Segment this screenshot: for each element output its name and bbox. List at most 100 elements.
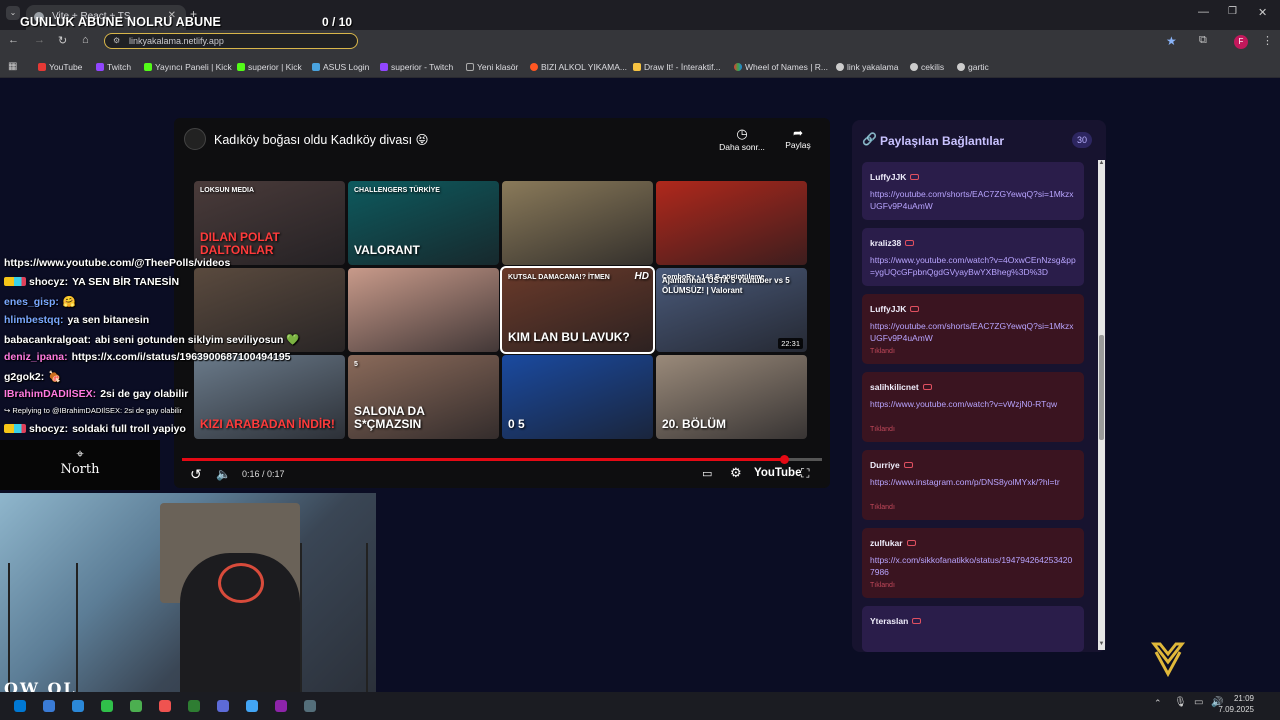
taskbar-app-icon[interactable]	[43, 700, 55, 712]
minimize-icon[interactable]: —	[1198, 6, 1209, 18]
link-count-badge: 30	[1072, 132, 1092, 148]
chat-username[interactable]: hlimbestqq:	[4, 314, 64, 326]
chat-text: 2si de gay olabilir	[100, 388, 189, 400]
bookmark-superior-twitch[interactable]: superior - Twitch	[380, 62, 453, 72]
link-url[interactable]: https://www.instagram.com/p/DNS8yolMYxk/…	[870, 476, 1076, 488]
extensions-icon[interactable]: ⧉	[1199, 34, 1207, 47]
taskbar-app-icon[interactable]	[217, 700, 229, 712]
taskbar-app-icon[interactable]	[246, 700, 258, 712]
watch-later-button[interactable]: ◷ Daha sonr...	[714, 126, 770, 152]
volume-icon[interactable]: 🔈	[216, 467, 231, 481]
fullscreen-icon[interactable]: ⛶	[801, 466, 809, 481]
video-thumbnail[interactable]: KIZI ARABADAN İNDİR!	[194, 355, 345, 439]
video-thumbnail[interactable]: ComboRy • 148 B görüntüleme Ajanlarında U…	[656, 268, 807, 352]
profile-avatar[interactable]: F	[1234, 35, 1248, 49]
apps-grid-icon[interactable]: ▦	[8, 61, 17, 72]
bookmark-cekilis[interactable]: cekilis	[910, 62, 944, 72]
video-player[interactable]: Kadıköy boğası oldu Kadıköy divası 😝 ◷ D…	[174, 118, 830, 488]
video-thumbnail[interactable]	[656, 181, 807, 265]
chat-username[interactable]: deniz_ipana:	[4, 351, 68, 363]
bookmark-gartic[interactable]: gartic	[957, 62, 989, 72]
taskbar-app-icon[interactable]	[130, 700, 142, 712]
taskbar-app-icon[interactable]	[159, 700, 171, 712]
video-thumbnail[interactable]: 20. BÖLÜM	[656, 355, 807, 439]
bookmark-alkol[interactable]: BIZI ALKOL YIKAMA...	[530, 62, 627, 72]
bookmark-draw-it[interactable]: Draw It! - İnteraktif...	[633, 62, 721, 72]
site-info-icon[interactable]: ⚙	[113, 36, 120, 45]
video-thumbnail[interactable]: 5 SALONA DA S*ÇMAZSIN	[348, 355, 499, 439]
scroll-down-arrow[interactable]: ▼	[1098, 641, 1105, 647]
chat-message: ↪ Replying to @IBrahimDADIlSEX: 2si de g…	[4, 406, 182, 415]
forward-icon[interactable]: →	[34, 34, 45, 46]
video-thumbnail[interactable]	[348, 268, 499, 352]
thumbnail-title: SALONA DA S*ÇMAZSIN	[354, 404, 425, 431]
scroll-thumb[interactable]	[1099, 335, 1104, 440]
bookmark-youtube[interactable]: YouTube	[38, 62, 82, 72]
link-url[interactable]: https://youtube.com/shorts/EAC7ZGYewqQ?s…	[870, 320, 1076, 344]
chat-username[interactable]: enes_gisp:	[4, 296, 59, 308]
home-icon[interactable]: ⌂	[82, 34, 89, 46]
shared-link-card[interactable]: LuffyJJK https://youtube.com/shorts/EAC7Z…	[862, 294, 1084, 364]
bookmark-folder[interactable]: Yeni klasör	[466, 62, 518, 72]
chat-username[interactable]: babacankralgoat:	[4, 334, 91, 346]
channel-avatar[interactable]	[184, 128, 206, 150]
bookmark-twitch[interactable]: Twitch	[96, 62, 131, 72]
link-url[interactable]: https://www.youtube.com/watch?v=4OxwCEnN…	[870, 254, 1076, 278]
replay-icon[interactable]: ↺	[190, 466, 202, 483]
back-icon[interactable]: ←	[8, 34, 19, 46]
bookmark-wheel-of-names[interactable]: Wheel of Names | R...	[734, 62, 828, 72]
reload-icon[interactable]: ↻	[58, 34, 67, 47]
progress-bar[interactable]	[182, 455, 822, 464]
link-url[interactable]: https://youtube.com/shorts/EAC7ZGYewqQ?s…	[870, 188, 1076, 212]
bookmark-superior-kick[interactable]: superior | Kick	[237, 62, 302, 72]
scroll-up-arrow[interactable]: ▲	[1098, 160, 1105, 166]
link-url[interactable]: https://x.com/sikkofanatikko/status/1947…	[870, 554, 1076, 578]
shared-link-card[interactable]: Yteraslan	[862, 606, 1084, 652]
chat-username[interactable]: g2gok2:	[4, 371, 44, 383]
chat-message: enes_gisp: 🤗	[4, 295, 76, 308]
shared-link-card[interactable]: LuffyJJK https://youtube.com/shorts/EAC7Z…	[862, 162, 1084, 220]
chat-username[interactable]: IBrahimDADIlSEX:	[4, 388, 96, 400]
microphone-icon[interactable]: 🎙	[1174, 697, 1187, 708]
taskbar-app-icon[interactable]	[275, 700, 287, 712]
shared-link-card[interactable]: Durriye https://www.instagram.com/p/DNS8y…	[862, 450, 1084, 520]
video-thumbnail[interactable]: CHALLENGERS TÜRKİYE VALORANT	[348, 181, 499, 265]
link-url[interactable]: https://www.youtube.com/watch?v=vWzjN0-R…	[870, 398, 1076, 410]
shared-link-card[interactable]: salihkilicnet https://www.youtube.com/wat…	[862, 372, 1084, 442]
tab-search-icon[interactable]: ⌄	[6, 6, 20, 20]
chat-username[interactable]: shocyz:	[29, 423, 68, 435]
video-thumbnail[interactable]: KUTSAL DAMACANA!? İTMEN KIM LAN BU LAVUK?…	[500, 266, 655, 354]
display-icon[interactable]: ▭	[1194, 697, 1203, 708]
chat-username[interactable]: shocyz:	[29, 276, 68, 288]
progress-handle[interactable]	[779, 455, 789, 464]
shared-link-card[interactable]: kraliz38 https://www.youtube.com/watch?v=…	[862, 228, 1084, 286]
taskbar-app-icon[interactable]	[72, 700, 84, 712]
video-thumbnail[interactable]: 0 5	[502, 355, 653, 439]
settings-gear-icon[interactable]: ⚙	[730, 465, 742, 481]
share-button[interactable]: ➦ Paylaş	[780, 126, 816, 150]
video-icon	[905, 240, 915, 246]
bookmark-kick-panel[interactable]: Yayıncı Paneli | Kick	[144, 62, 232, 72]
menu-kebab-icon[interactable]: ⋮	[1262, 34, 1273, 47]
tray-chevron-icon[interactable]: ⌃	[1154, 698, 1162, 709]
taskbar-app-icon[interactable]	[101, 700, 113, 712]
video-thumbnail[interactable]	[502, 181, 653, 265]
taskbar-app-icon[interactable]	[188, 700, 200, 712]
taskbar-app-icon[interactable]	[14, 700, 26, 712]
crosshair-icon: ⌖	[76, 446, 84, 461]
taskbar-clock[interactable]: 21:09 7.09.2025	[1218, 693, 1254, 715]
maximize-icon[interactable]: ❐	[1228, 6, 1237, 17]
youtube-logo[interactable]: YouTube	[754, 467, 801, 479]
shared-link-card[interactable]: zulfukar https://x.com/sikkofanatikko/sta…	[862, 528, 1084, 598]
bookmark-link-yakalama[interactable]: link yakalama	[836, 62, 899, 72]
captions-icon[interactable]: ▭	[702, 467, 712, 480]
video-title[interactable]: Kadıköy boğası oldu Kadıköy divası 😝	[214, 132, 429, 147]
bookmark-asus-login[interactable]: ASUS Login	[312, 62, 369, 72]
thumbnail-title: KIM LAN BU LAVUK?	[508, 330, 630, 344]
bookmark-star-icon[interactable]: ★	[1166, 34, 1177, 48]
video-thumbnail[interactable]: LOKSUN MEDIA DILAN POLAT DALTONLAR	[194, 181, 345, 265]
address-bar[interactable]: ⚙ linkyakalama.netlify.app	[104, 33, 358, 49]
close-window-icon[interactable]: ✕	[1258, 6, 1267, 19]
clicked-status: Tıklandı	[870, 348, 895, 355]
taskbar-app-icon[interactable]	[304, 700, 316, 712]
